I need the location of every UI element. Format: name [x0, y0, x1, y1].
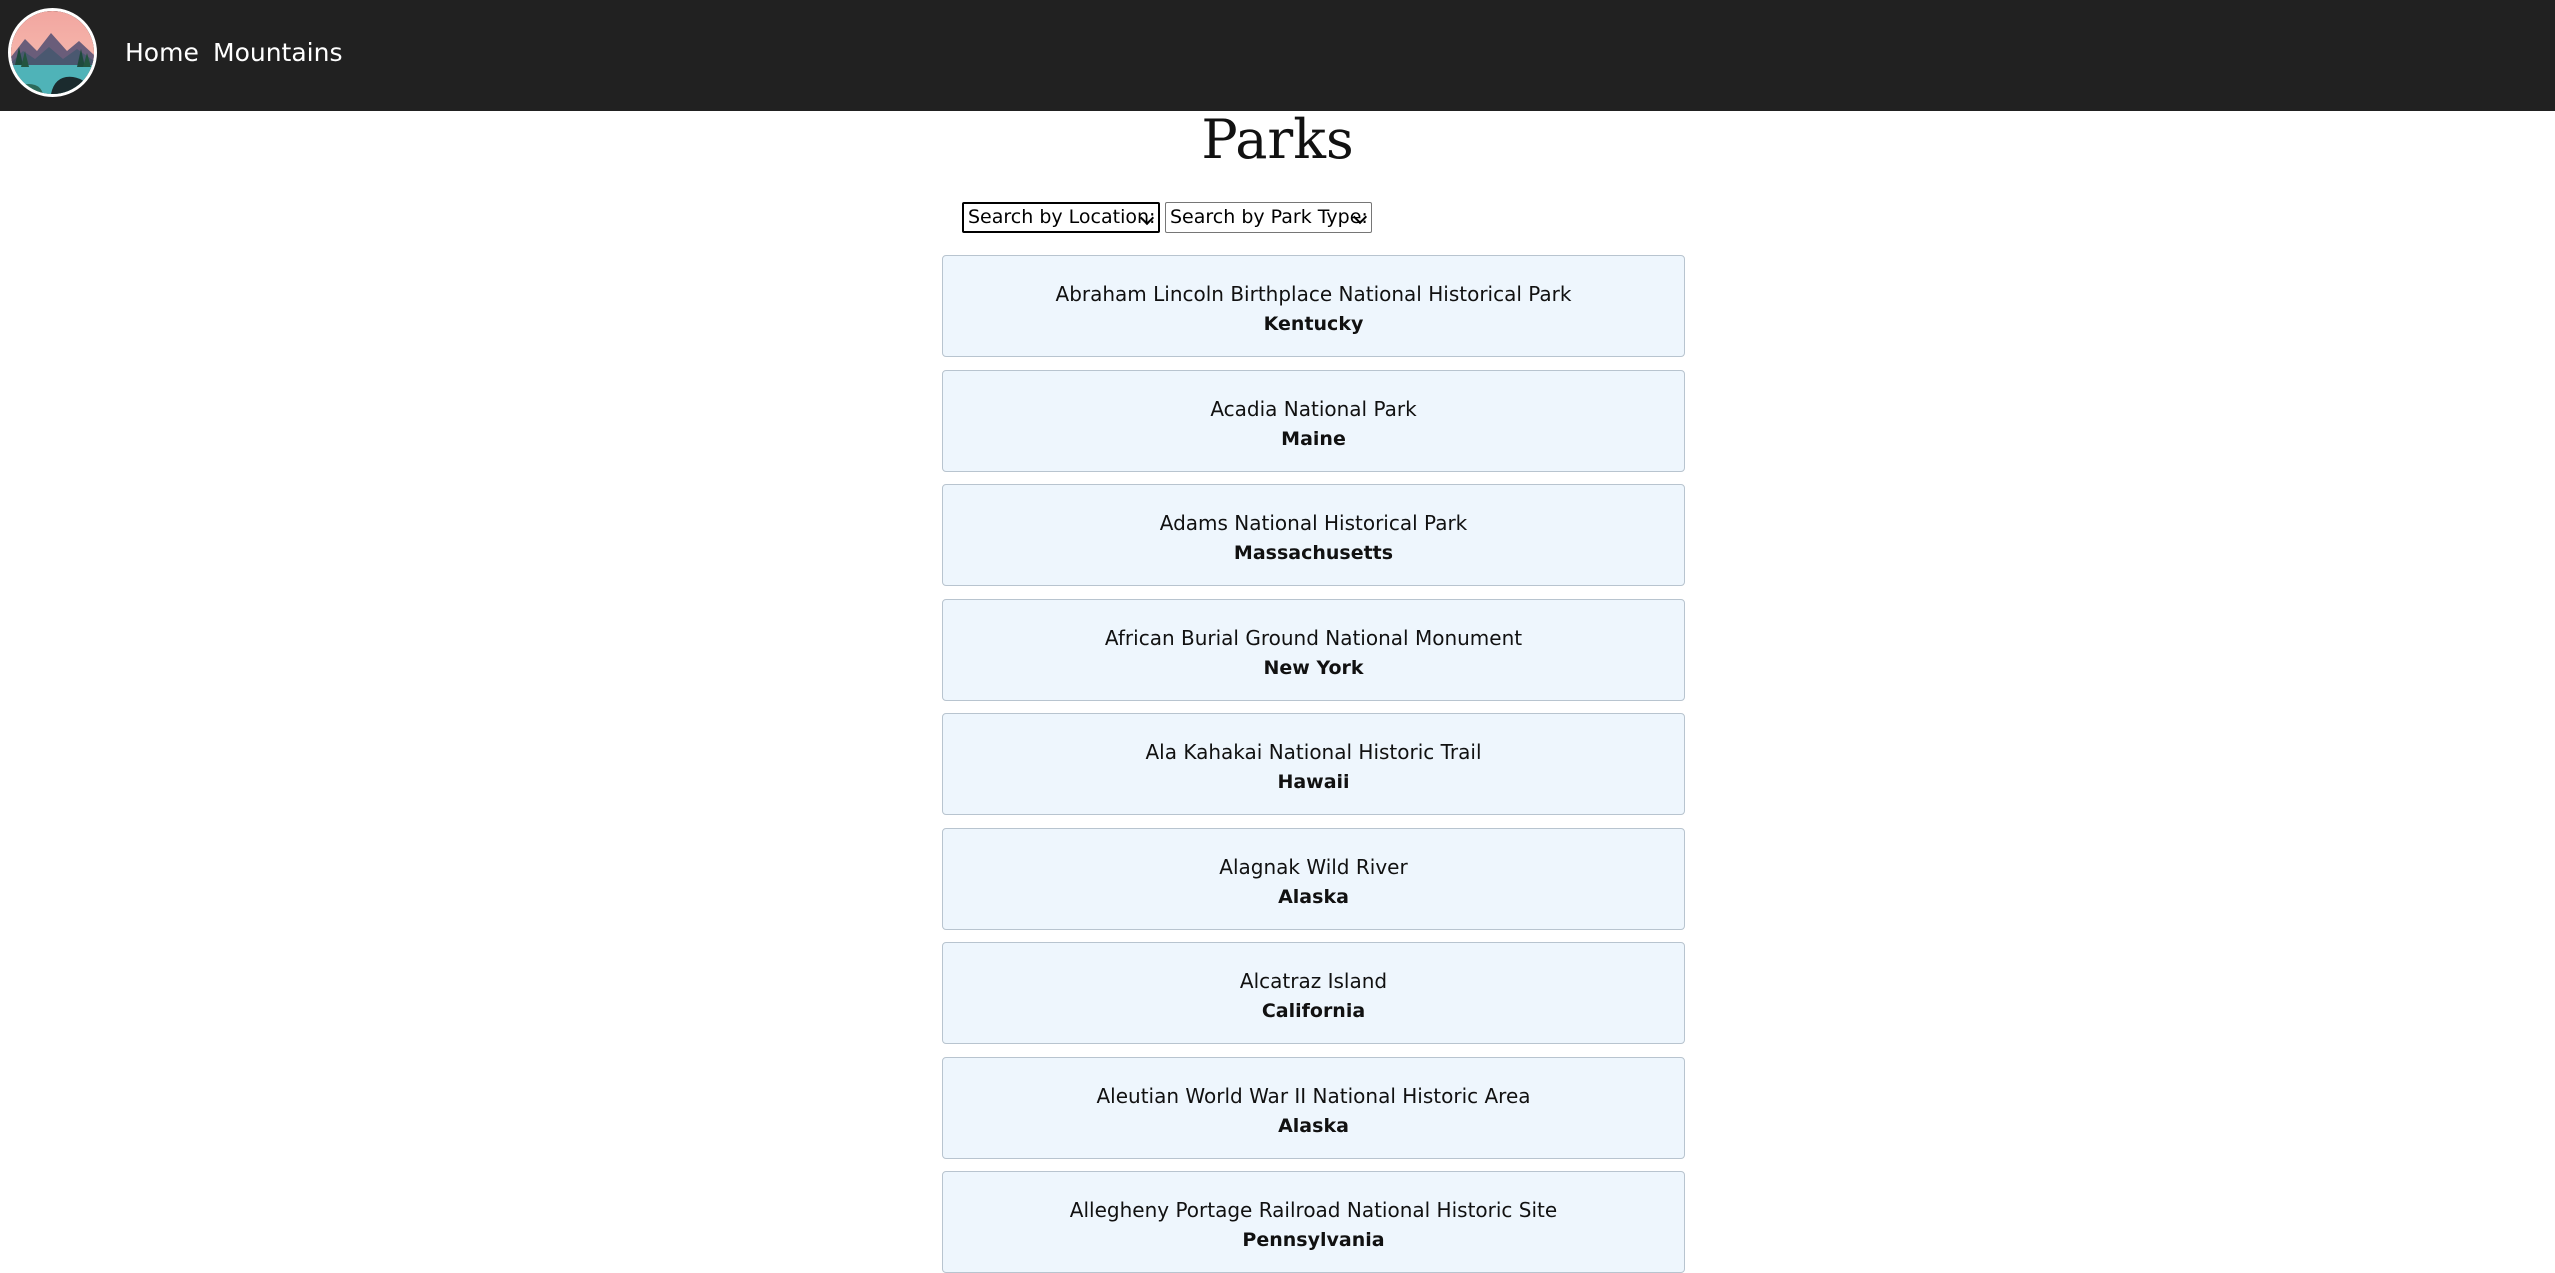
- park-card[interactable]: Ala Kahakai National Historic Trail Hawa…: [942, 713, 1685, 815]
- park-card[interactable]: Aleutian World War II National Historic …: [942, 1057, 1685, 1159]
- park-state: California: [1261, 1000, 1366, 1022]
- park-state: Maine: [1281, 428, 1346, 450]
- park-card[interactable]: Allegheny Portage Railroad National Hist…: [942, 1171, 1685, 1273]
- park-name: Alcatraz Island: [1239, 969, 1388, 993]
- park-type-select[interactable]: Search by Park Type:: [1165, 202, 1372, 233]
- park-name: Abraham Lincoln Birthplace National Hist…: [1055, 282, 1572, 306]
- park-name: Adams National Historical Park: [1159, 511, 1468, 535]
- park-name: Acadia National Park: [1210, 397, 1417, 421]
- park-state: Hawaii: [1277, 771, 1350, 793]
- nav-link-mountains[interactable]: Mountains: [213, 37, 343, 69]
- page-title: Parks: [1201, 108, 1354, 171]
- park-state: New York: [1263, 657, 1364, 679]
- park-card[interactable]: Alagnak Wild River Alaska: [942, 828, 1685, 930]
- park-state: Massachusetts: [1233, 542, 1394, 564]
- park-card[interactable]: Acadia National Park Maine: [942, 370, 1685, 472]
- park-name: Aleutian World War II National Historic …: [1096, 1084, 1531, 1108]
- park-type-select-value: Search by Park Type:: [1170, 206, 1368, 228]
- park-name: Allegheny Portage Railroad National Hist…: [1069, 1198, 1558, 1222]
- mountain-lake-logo-icon[interactable]: [8, 8, 97, 97]
- park-card[interactable]: African Burial Ground National Monument …: [942, 599, 1685, 701]
- nav-link-home[interactable]: Home: [125, 37, 199, 69]
- park-name: African Burial Ground National Monument: [1104, 626, 1523, 650]
- park-state: Pennsylvania: [1242, 1229, 1385, 1251]
- location-select-value: Search by Location:: [968, 206, 1156, 228]
- park-card[interactable]: Alcatraz Island California: [942, 942, 1685, 1044]
- park-state: Alaska: [1278, 886, 1349, 908]
- park-name: Alagnak Wild River: [1219, 855, 1408, 879]
- top-navbar: Home Mountains: [0, 0, 2555, 111]
- location-select[interactable]: Search by Location:: [962, 202, 1160, 233]
- park-state: Kentucky: [1263, 313, 1364, 335]
- park-name: Ala Kahakai National Historic Trail: [1145, 740, 1482, 764]
- park-card[interactable]: Abraham Lincoln Birthplace National Hist…: [942, 255, 1685, 357]
- park-state: Alaska: [1278, 1115, 1349, 1137]
- park-card[interactable]: Adams National Historical Park Massachus…: [942, 484, 1685, 586]
